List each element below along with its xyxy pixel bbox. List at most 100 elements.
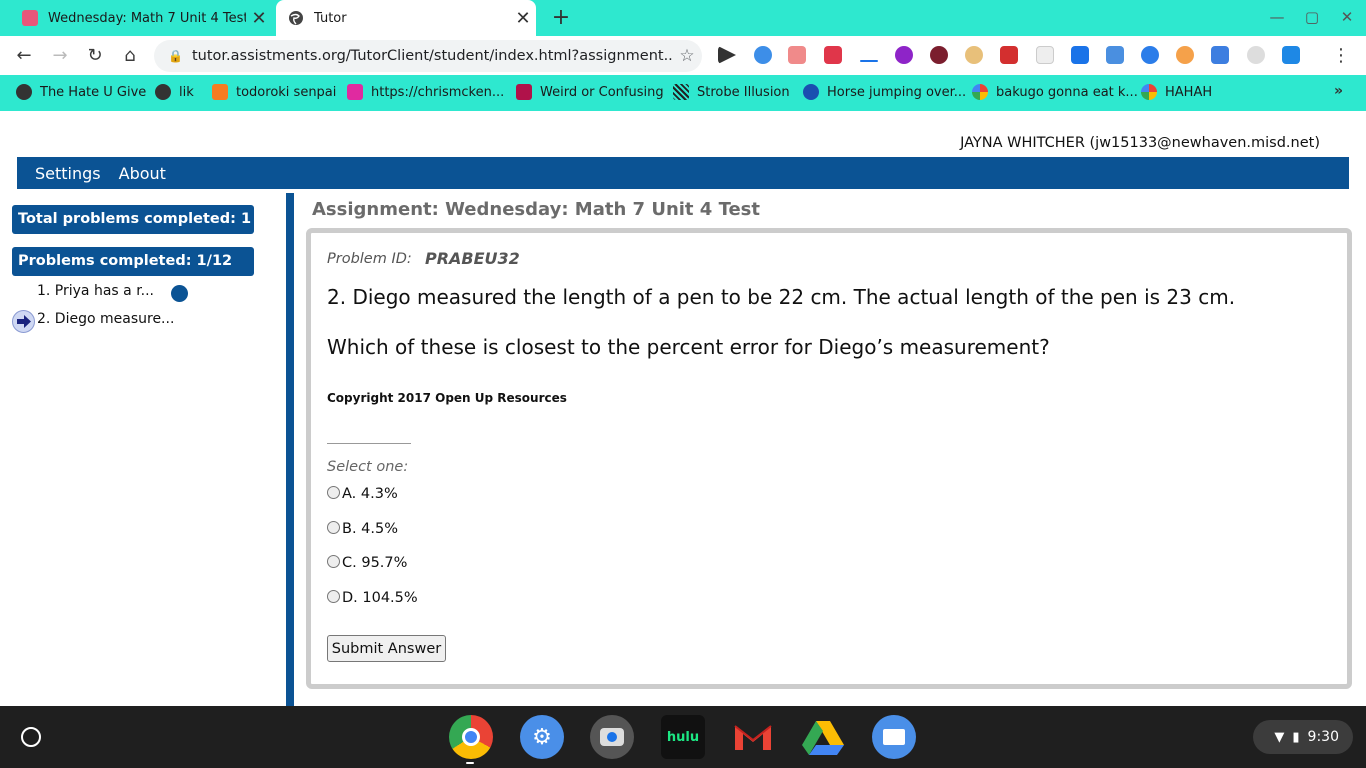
hulu-icon[interactable]: hulu xyxy=(661,715,705,759)
radio-d[interactable] xyxy=(327,589,340,603)
files-icon[interactable] xyxy=(872,715,916,759)
forward-icon[interactable]: → xyxy=(48,44,72,68)
chrome-icon[interactable] xyxy=(449,715,493,759)
radio-c[interactable] xyxy=(327,554,340,568)
bookmark-item[interactable]: todoroki senpai xyxy=(212,84,336,100)
gmail-icon[interactable] xyxy=(731,715,775,759)
reload-icon[interactable]: ↻ xyxy=(83,44,107,68)
option-d[interactable]: D. 104.5% xyxy=(327,589,418,606)
user-info: JAYNA WHITCHER (jw15133@newhaven.misd.ne… xyxy=(960,135,1320,151)
bookmark-label: https://chrismcken... xyxy=(371,84,505,100)
address-bar[interactable]: 🔒 tutor.assistments.org/TutorClient/stud… xyxy=(154,40,702,72)
close-tab-icon[interactable]: ✕ xyxy=(510,8,536,29)
submit-answer-button[interactable]: Submit Answer xyxy=(327,635,446,662)
home-icon[interactable]: ⌂ xyxy=(118,44,142,68)
drive-icon[interactable] xyxy=(801,715,845,759)
wattpad-icon xyxy=(212,84,228,100)
url-text: tutor.assistments.org/TutorClient/studen… xyxy=(192,48,672,64)
tab-title: Wednesday: Math 7 Unit 4 Test C xyxy=(48,10,246,26)
tab-title: Tutor xyxy=(314,10,347,26)
problem-card: Problem ID: PRABEU32 2. Diego measured t… xyxy=(306,228,1352,689)
bookmark-label: Strobe Illusion xyxy=(697,84,790,100)
more-bookmarks-button[interactable]: » xyxy=(1334,83,1343,99)
camera-icon[interactable] xyxy=(590,715,634,759)
sync-extension-icon[interactable] xyxy=(1211,46,1229,64)
nav-about[interactable]: About xyxy=(119,164,166,183)
bookmark-item[interactable]: Weird or Confusing xyxy=(516,84,664,100)
close-window-icon[interactable]: ✕ xyxy=(1337,8,1357,26)
cookie-extension-icon[interactable] xyxy=(965,46,983,64)
pause-extension-icon[interactable] xyxy=(1071,46,1089,64)
video-extension-icon[interactable] xyxy=(788,46,806,64)
lock-icon: 🔒 xyxy=(168,49,183,63)
radio-a[interactable] xyxy=(327,485,340,499)
wifi-icon: ▼ xyxy=(1274,729,1285,745)
menu-icon[interactable]: ⋮ xyxy=(1330,44,1352,68)
red-extension-icon[interactable] xyxy=(824,46,842,64)
elo-extension-icon[interactable] xyxy=(1000,46,1018,64)
back-icon[interactable]: ← xyxy=(12,44,36,68)
problems-completed: Problems completed: 1/12 xyxy=(12,247,254,276)
search-extension-icon[interactable] xyxy=(754,46,772,64)
bookmark-item[interactable]: Strobe Illusion xyxy=(673,84,790,100)
bookmark-label: Horse jumping over... xyxy=(827,84,967,100)
pinwheel-icon xyxy=(972,84,988,100)
maximize-icon[interactable]: ▢ xyxy=(1302,8,1322,26)
ip-extension-icon[interactable] xyxy=(1247,46,1265,64)
option-c[interactable]: C. 95.7% xyxy=(327,554,408,571)
problem-id-label: Problem ID: xyxy=(327,251,412,267)
mask-extension-icon[interactable] xyxy=(930,46,948,64)
option-a[interactable]: A. 4.3% xyxy=(327,485,398,502)
white-extension-icon[interactable] xyxy=(1036,46,1054,64)
bookmark-item[interactable]: HAHAH xyxy=(1141,84,1212,100)
new-tab-button[interactable]: + xyxy=(548,5,574,31)
problem-item-1[interactable]: 1. Priya has a r... xyxy=(37,283,154,299)
launcher-icon[interactable] xyxy=(21,727,41,747)
minimize-icon[interactable]: — xyxy=(1267,8,1287,26)
problem-sidebar: Total problems completed: 1 Problems com… xyxy=(0,193,286,706)
status-tray[interactable]: ▼ ▮ 9:30 xyxy=(1253,720,1353,754)
bookmark-item[interactable]: bakugo gonna eat k... xyxy=(972,84,1138,100)
classroom-icon xyxy=(22,10,38,26)
sidebar-divider xyxy=(286,193,294,706)
option-label: D. 104.5% xyxy=(342,590,418,606)
reader-extension-icon[interactable] xyxy=(1106,46,1124,64)
completed-dot-icon xyxy=(171,285,188,302)
bookmark-label: lik xyxy=(179,84,194,100)
battery-icon: ▮ xyxy=(1292,729,1300,745)
bookmark-label: HAHAH xyxy=(1165,84,1213,100)
current-arrow-icon xyxy=(12,310,35,333)
globe-icon xyxy=(155,84,171,100)
copyright-text: Copyright 2017 Open Up Resources xyxy=(327,391,567,405)
bookmark-item[interactable]: lik xyxy=(155,84,194,100)
option-label: B. 4.5% xyxy=(342,521,399,537)
bookmark-item[interactable]: https://chrismcken... xyxy=(347,84,504,100)
option-label: A. 4.3% xyxy=(342,486,398,502)
running-indicator xyxy=(466,762,474,764)
star-icon[interactable]: ☆ xyxy=(672,46,702,66)
clock: 9:30 xyxy=(1307,729,1339,745)
screen-extension-icon[interactable] xyxy=(1282,46,1300,64)
dash-extension-icon[interactable] xyxy=(860,60,878,62)
settings-icon[interactable]: ⚙ xyxy=(520,715,564,759)
mic-extension-icon[interactable] xyxy=(1141,46,1159,64)
tab-tutor[interactable]: Tutor ✕ xyxy=(276,0,536,36)
bookmark-item[interactable]: The Hate U Give xyxy=(16,84,146,100)
browser-toolbar: ← → ↻ ⌂ 🔒 tutor.assistments.org/TutorCli… xyxy=(0,36,1366,75)
cursor-extension-icon[interactable] xyxy=(718,46,736,64)
close-tab-icon[interactable]: ✕ xyxy=(246,8,272,29)
option-b[interactable]: B. 4.5% xyxy=(327,520,399,537)
globe-icon xyxy=(288,10,304,26)
target-extension-icon[interactable] xyxy=(1176,46,1194,64)
radio-b[interactable] xyxy=(327,520,340,534)
select-one-label: Select one: xyxy=(327,459,409,475)
question-prompt: Which of these is closest to the percent… xyxy=(327,335,1050,359)
bookmark-label: The Hate U Give xyxy=(40,84,147,100)
purple-extension-icon[interactable] xyxy=(895,46,913,64)
option-label: C. 95.7% xyxy=(342,555,408,571)
bookmark-item[interactable]: Horse jumping over... xyxy=(803,84,966,100)
nav-settings[interactable]: Settings xyxy=(35,164,101,183)
tab-math-test[interactable]: Wednesday: Math 7 Unit 4 Test C ✕ xyxy=(10,0,272,36)
problem-item-2[interactable]: 2. Diego measure... xyxy=(37,311,174,327)
top-nav: Settings About xyxy=(17,157,1349,189)
